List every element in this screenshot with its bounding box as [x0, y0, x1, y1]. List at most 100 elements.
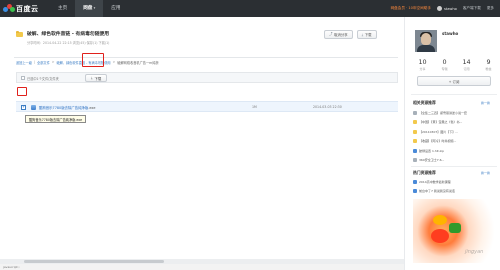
list-item[interactable]: 【20110307】图片【下】...	[413, 127, 497, 137]
stat-label: 粉丝	[485, 67, 492, 71]
list-item-label: 【全集二三四】郑雪丽讲述小说一套	[419, 110, 468, 115]
stat-shares[interactable]: 10 分享	[418, 58, 426, 71]
client-download-link[interactable]: 客户端下载	[463, 6, 481, 11]
main-nav: 主页 网盘 应用	[50, 0, 129, 17]
download-button[interactable]: ⤓ 下载	[85, 74, 108, 82]
file-name-tooltip: 酷狗音乐7780版去除广告纯净版.exe	[25, 115, 87, 123]
header-divider	[14, 57, 398, 58]
list-item[interactable]: 破绿设置 1.hit.zip	[413, 146, 497, 156]
logo-icon	[3, 4, 15, 13]
file-row[interactable]: 酷狗音乐7780版去除广告纯净版.exe 1M 2014-03-03 22:30	[16, 101, 398, 112]
file-icon	[413, 189, 417, 194]
list-item-label: 【20110307】图片【下】...	[419, 129, 459, 134]
share-header: 破解、绿色软件直链 - 有病毒勿随便用 分享时间：2014-04-22 22:1…	[16, 30, 396, 50]
download-all-label: 下载	[364, 33, 372, 37]
unshare-icon: ⤴	[329, 32, 333, 36]
more-link[interactable]: 更多	[487, 6, 494, 11]
file-toolbar: 已选中1个文件/文件夹 ⤓ 下载	[16, 72, 398, 83]
nav-apps[interactable]: 应用	[103, 0, 128, 17]
user-menu[interactable]: stawho	[436, 6, 457, 11]
stat-label: 订阅	[463, 67, 470, 71]
stat-label: 分享	[419, 67, 426, 71]
list-item-label: 360安全卫士7.6...	[419, 158, 445, 163]
stat-number: 14	[462, 58, 471, 66]
folder-icon	[16, 31, 23, 37]
file-ext: .exe	[88, 106, 96, 110]
file-name: 酷狗音乐7780版去除广告纯净版	[39, 106, 89, 110]
download-highlight-box	[82, 53, 104, 67]
share-title: 破解、绿色软件直链 - 有病毒勿随便用	[27, 32, 110, 37]
breadcrumb-separator: >	[51, 60, 55, 64]
breadcrumb-back[interactable]: 返回上一级	[16, 60, 32, 65]
stat-fans[interactable]: 9 粉丝	[486, 58, 492, 71]
stat-albums[interactable]: 0 专辑	[442, 58, 448, 71]
avatar[interactable]	[415, 30, 437, 52]
file-icon	[413, 148, 417, 153]
file-date: 2014-03-03 22:30	[313, 105, 342, 109]
unshare-button[interactable]: ⤴ 取消分享	[324, 30, 353, 39]
download-icon: ⤓	[361, 32, 364, 37]
list-item[interactable]: 【中国】【黄】宝典之《色》书...	[413, 118, 497, 128]
right-sidebar: stawho 10 分享 0 专辑 14 订阅 9 粉丝 + 订阅 相关资源推荐…	[404, 17, 500, 270]
nav-home[interactable]: 主页	[50, 0, 75, 17]
list-item-label: 破绿设置 1.hit.zip	[419, 148, 444, 153]
top-bar: 百度云 主页 网盘 应用 网盘会员 · 10年空间助手 stawho 客户端下载…	[0, 0, 500, 17]
select-all-label: 已选中1个文件/文件夹	[27, 76, 59, 81]
sidebar-divider	[411, 94, 497, 95]
breadcrumb-current: 破解网络收音机广告一m纯析	[117, 61, 159, 65]
subscribe-button[interactable]: + 订阅	[417, 76, 491, 86]
download-all-button[interactable]: ⤓ 下载	[356, 30, 377, 39]
breadcrumb-all-files[interactable]: 全部文件	[37, 60, 50, 65]
folder-icon	[413, 129, 417, 134]
file-icon	[413, 158, 417, 163]
list-item[interactable]: 前台中了7 我说我没有说话	[413, 187, 497, 197]
list-item-label: 【中国】【黄】宝典之《色》书...	[419, 120, 463, 125]
file-icon	[413, 110, 417, 115]
share-actions: ⤴ 取消分享 ⤓ 下载	[324, 30, 377, 39]
related-refresh-link[interactable]: 换一换	[481, 101, 490, 105]
folder-icon	[413, 120, 417, 125]
unshare-label: 取消分享	[334, 33, 348, 37]
exe-file-icon	[31, 104, 36, 110]
select-all-checkbox[interactable]	[21, 76, 25, 80]
list-item[interactable]: 【全集二三四】郑雪丽讲述小说一套	[413, 108, 497, 118]
sidebar-username[interactable]: stawho	[442, 31, 458, 36]
folder-icon	[413, 139, 417, 144]
download-label: 下载	[94, 76, 102, 81]
status-bar: javascript:;	[0, 264, 404, 270]
list-item-label: 前台中了7 我说我没有说话	[419, 189, 455, 194]
list-item-label: 2014高中数学最新课程	[419, 179, 451, 184]
user-menu-name: stawho	[443, 6, 457, 11]
list-item[interactable]: 360安全卫士7.6...	[413, 156, 497, 166]
file-size: 1M	[252, 105, 257, 109]
stat-number: 10	[418, 58, 427, 66]
related-list: 【全集二三四】郑雪丽讲述小说一套 【中国】【黄】宝典之《色》书... 【2011…	[413, 108, 497, 165]
sidebar-divider	[411, 166, 497, 167]
nav-netdisk[interactable]: 网盘	[75, 0, 104, 17]
list-item[interactable]: 【收藏】【阿冷】时尚视频...	[413, 137, 497, 147]
checkbox-highlight-box	[17, 87, 27, 96]
file-name-link[interactable]: 酷狗音乐7780版去除广告纯净版.exe	[39, 105, 95, 110]
share-meta: 分享时间：2014-04-22 22:15 浏览(45) 保存(1) 下载(1)	[27, 41, 110, 45]
ad-banner-image[interactable]: jingyan	[413, 199, 499, 263]
breadcrumb-separator: >	[112, 60, 116, 64]
hot-refresh-link[interactable]: 换一换	[481, 171, 490, 175]
file-icon	[413, 179, 417, 184]
logo-text: 百度云	[16, 4, 39, 13]
user-avatar-icon	[436, 6, 442, 11]
select-all[interactable]: 已选中1个文件/文件夹	[21, 76, 59, 81]
scrollbar-thumb[interactable]	[24, 260, 164, 263]
list-item-label: 【收藏】【阿冷】时尚视频...	[419, 139, 457, 144]
file-checkbox[interactable]	[21, 104, 26, 110]
stat-number: 0	[442, 58, 447, 66]
vip-promo-link[interactable]: 网盘会员 · 10年空间助手	[391, 6, 431, 11]
stat-label: 专辑	[441, 67, 448, 71]
list-item[interactable]: 2014高中数学最新课程	[413, 177, 497, 187]
watermark: jingyan	[465, 249, 484, 255]
user-stats: 10 分享 0 专辑 14 订阅 9 粉丝	[411, 58, 499, 71]
hot-title: 热门资源推荐	[413, 170, 436, 175]
download-icon: ⤓	[91, 76, 93, 80]
baidu-cloud-logo[interactable]: 百度云	[3, 3, 39, 14]
stat-subscriptions[interactable]: 14 订阅	[462, 58, 470, 71]
top-right-links: 网盘会员 · 10年空间助手 stawho 客户端下载 更多	[391, 0, 494, 17]
